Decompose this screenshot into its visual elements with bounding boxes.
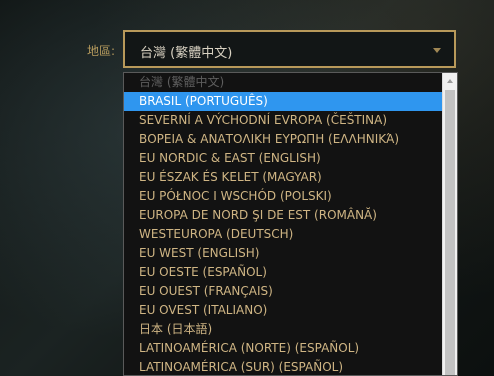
dropdown-option[interactable]: ΒΟΡΕΙΑ & ΑΝΑΤΟΛΙΚΗ ΕΥΡΩΠΗ (ΕΛΛΗΝΙΚΆ) xyxy=(124,130,443,149)
dropdown-option[interactable]: EU ÉSZAK ÉS KELET (MAGYAR) xyxy=(124,168,443,187)
dropdown-option[interactable]: EU OUEST (FRANÇAIS) xyxy=(124,282,443,301)
dropdown-option[interactable]: EU PÓŁNOC I WSCHÓD (POLSKI) xyxy=(124,187,443,206)
dropdown-option[interactable]: BRASIL (PORTUGUÊS) xyxy=(124,92,443,111)
region-label: 地區: xyxy=(87,44,116,58)
dropdown-option[interactable]: SEVERNÍ A VÝCHODNÍ EVROPA (ČEŠTINA) xyxy=(124,111,443,130)
dropdown-option[interactable]: WESTEUROPA (DEUTSCH) xyxy=(124,225,443,244)
dropdown-option[interactable]: EUROPA DE NORD ŞI DE EST (ROMÂNĂ) xyxy=(124,206,443,225)
chevron-down-icon[interactable] xyxy=(433,48,441,53)
dropdown-option[interactable]: 日本 (日本語) xyxy=(124,320,443,339)
dropdown-option[interactable]: EU NORDIC & EAST (ENGLISH) xyxy=(124,149,443,168)
region-select[interactable]: 台灣 (繁體中文) xyxy=(123,30,456,68)
region-select-value: 台灣 (繁體中文) xyxy=(140,46,233,61)
dropdown-option: 台灣 (繁體中文) xyxy=(139,75,225,89)
dropdown-scrollbar[interactable] xyxy=(442,73,457,375)
dropdown-option[interactable]: EU OESTE (ESPAÑOL) xyxy=(124,263,443,282)
dropdown-option[interactable]: LATINOAMÉRICA (SUR) (ESPAÑOL) xyxy=(124,358,443,375)
region-dropdown-list[interactable]: 台灣 (繁體中文) BRASIL (PORTUGUÊS) SEVERNÍ A V… xyxy=(123,72,458,376)
scrollbar-thumb[interactable] xyxy=(445,90,455,375)
dropdown-option[interactable]: EU WEST (ENGLISH) xyxy=(124,244,443,263)
dropdown-option[interactable]: EU OVEST (ITALIANO) xyxy=(124,301,443,320)
dropdown-option[interactable]: LATINOAMÉRICA (NORTE) (ESPAÑOL) xyxy=(124,339,443,358)
scroll-up-arrow-icon[interactable] xyxy=(443,73,457,89)
